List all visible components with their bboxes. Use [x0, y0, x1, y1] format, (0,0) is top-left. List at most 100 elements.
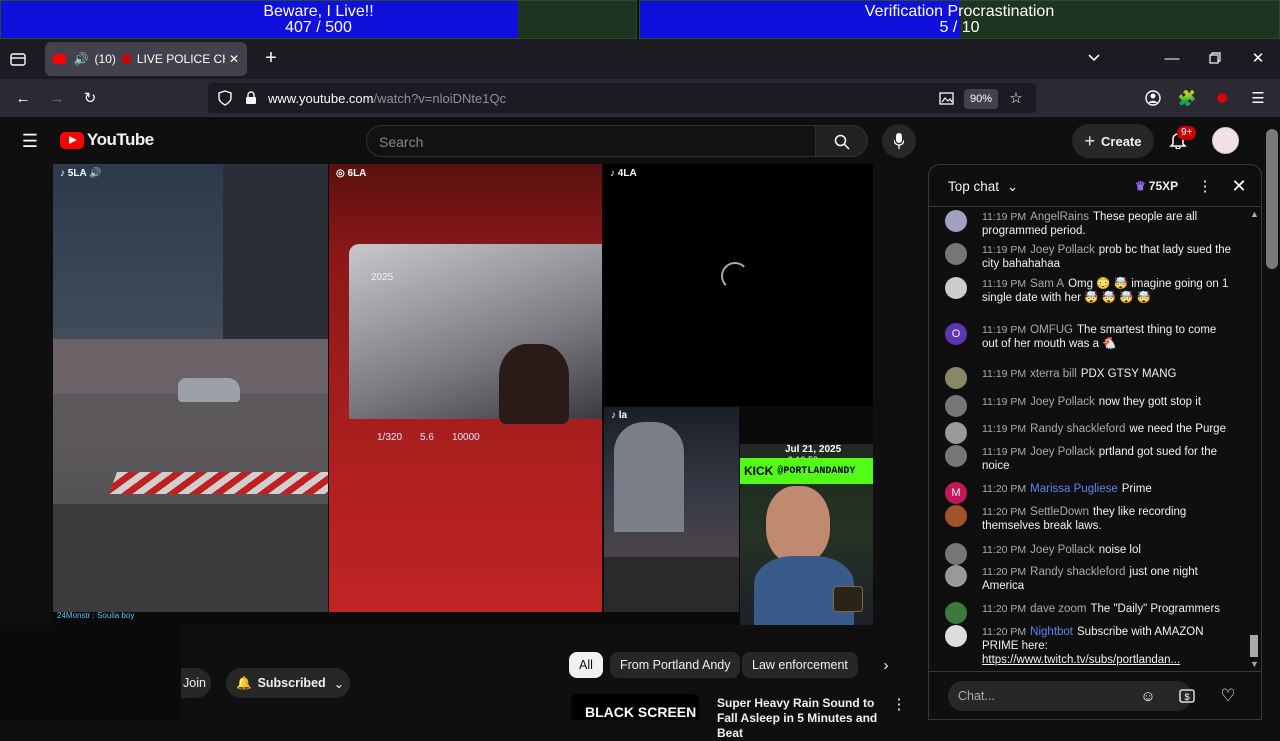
more-options-icon[interactable]: ⋮ — [892, 696, 907, 713]
message-author[interactable]: xterra bill — [1030, 368, 1077, 380]
chat-message[interactable]: O 11:19 PM OMFUG The smartest thing to come… — [945, 323, 1235, 351]
avatar[interactable] — [945, 210, 967, 232]
voice-search-icon[interactable] — [882, 124, 916, 158]
menu-icon[interactable]: ☰ — [1247, 87, 1269, 109]
recommended-thumbnail[interactable]: BLACK SCREEN — [571, 694, 699, 720]
search-input[interactable]: Search — [366, 125, 816, 157]
zoom-level[interactable]: 90% — [964, 89, 999, 109]
hamburger-menu-icon[interactable]: ☰ — [18, 129, 42, 153]
avatar[interactable] — [945, 505, 967, 527]
page-scroll-thumb[interactable] — [1266, 129, 1278, 269]
chat-input[interactable]: Chat... ☺ — [948, 681, 1192, 711]
chat-message[interactable]: 11:19 PM xterra bill PDX GTSY MANG — [945, 367, 1235, 389]
chat-message[interactable]: 11:19 PM AngelRains These people are all p… — [945, 210, 1235, 238]
message-author[interactable]: dave zoom — [1030, 603, 1086, 615]
chat-message[interactable]: 11:20 PM Nightbot Subscribe with AMAZON PR… — [945, 625, 1235, 667]
avatar[interactable] — [945, 422, 967, 444]
recommended-title[interactable]: Super Heavy Rain Sound to Fall Asleep in… — [717, 696, 889, 741]
chat-message[interactable]: 11:19 PM Joey Pollack now they gott stop i… — [945, 395, 1235, 417]
chat-message[interactable]: 11:19 PM Joey Pollack prtland got sued for… — [945, 445, 1235, 473]
chat-mode-selector[interactable]: Top chat ⌄ — [948, 179, 1018, 195]
chat-message[interactable]: 11:19 PM Randy shackleford we need the Pur… — [945, 422, 1235, 444]
scroll-down-icon[interactable]: ▼ — [1250, 659, 1259, 669]
kick-overlay: KICK @PORTLANDANDY — [740, 458, 873, 484]
super-chat-icon[interactable]: $ — [1177, 686, 1197, 706]
chat-message[interactable]: 11:19 PM Joey Pollack prob bc that lady su… — [945, 243, 1235, 271]
account-icon[interactable] — [1142, 87, 1164, 109]
xp-badge[interactable]: ♛ 75XP — [1135, 177, 1178, 195]
message-author[interactable]: Randy shackleford — [1030, 566, 1125, 578]
chevron-right-icon[interactable]: › — [876, 655, 896, 675]
picture-icon[interactable] — [936, 88, 956, 108]
close-tab-icon[interactable]: ✕ — [229, 52, 239, 66]
chip-from-portland-andy[interactable]: From Portland Andy — [610, 652, 741, 678]
message-author[interactable]: Joey Pollack — [1030, 446, 1095, 458]
close-chat-icon[interactable]: ✕ — [1229, 176, 1249, 196]
youtube-logo[interactable]: YouTube — [60, 130, 154, 150]
emoji-icon[interactable]: ☺ — [1138, 686, 1158, 706]
new-tab-icon[interactable]: + — [260, 47, 282, 69]
message-author[interactable]: OMFUG — [1030, 324, 1073, 336]
chat-message[interactable]: 11:20 PM Randy shackleford just one night … — [945, 565, 1235, 593]
cam-label: ◎ 6LA — [336, 168, 367, 179]
extension-red-icon[interactable] — [1211, 87, 1233, 109]
message-author[interactable]: Randy shackleford — [1030, 423, 1125, 435]
message-link[interactable]: https://www.twitch.tv/subs/portlandan... — [982, 654, 1180, 666]
avatar[interactable]: O — [945, 323, 967, 345]
message-text: now they gott stop it — [1098, 396, 1202, 408]
browser-tab-active[interactable]: 🔊 (10) LIVE POLICE CHASE ✕ — [45, 42, 247, 76]
lock-icon[interactable] — [242, 88, 260, 108]
avatar[interactable] — [945, 602, 967, 624]
bookmark-star-icon[interactable]: ☆ — [1006, 88, 1026, 108]
avatar[interactable] — [945, 445, 967, 467]
chevron-down-icon[interactable] — [1084, 48, 1104, 68]
chat-message[interactable]: 11:20 PM SettleDown they like recording th… — [945, 505, 1235, 533]
chat-scrollbar[interactable]: ▲ ▼ — [1248, 207, 1260, 669]
video-player[interactable]: ♪ 5LA 🔊 2025 1/320 5.6 10000 ◎ 6LA ♪ 4LA… — [53, 164, 873, 625]
reload-icon[interactable]: ↻ — [79, 87, 101, 109]
subscribed-button[interactable]: 🔔 Subscribed ⌄ — [226, 668, 350, 698]
avatar[interactable]: M — [945, 482, 967, 504]
chat-message[interactable]: M 11:20 PM Marissa Pugliese Prime — [945, 482, 1235, 504]
avatar[interactable] — [945, 395, 967, 417]
avatar[interactable] — [945, 543, 967, 565]
chip-law-enforcement[interactable]: Law enforcement — [742, 652, 858, 678]
message-author[interactable]: Joey Pollack — [1030, 244, 1095, 256]
search-button[interactable] — [816, 125, 868, 157]
avatar[interactable] — [945, 625, 967, 647]
speaker-icon[interactable]: 🔊 — [74, 52, 89, 66]
back-icon[interactable]: ← — [12, 87, 34, 109]
tab-list-icon[interactable] — [8, 49, 28, 69]
more-options-icon[interactable]: ⋮ — [1197, 176, 1213, 196]
scroll-up-icon[interactable]: ▲ — [1250, 209, 1259, 219]
avatar[interactable] — [945, 277, 967, 299]
chat-message[interactable]: 11:20 PM Joey Pollack noise lol — [945, 543, 1235, 565]
create-button[interactable]: + Create — [1072, 124, 1154, 158]
avatar[interactable] — [945, 565, 967, 587]
chat-message[interactable]: 11:19 PM Sam A Omg 😳 🤯 imagine going on 1 … — [945, 277, 1235, 305]
extensions-icon[interactable]: 🧩 — [1176, 87, 1198, 109]
avatar[interactable] — [1212, 127, 1239, 154]
message-timestamp: 11:19 PM — [982, 244, 1027, 256]
restore-icon[interactable] — [1205, 48, 1225, 68]
url-bar[interactable]: www.youtube.com/watch?v=nloiDNte1Qc 90% … — [208, 83, 1036, 113]
message-author[interactable]: Marissa Pugliese — [1030, 483, 1118, 495]
message-author[interactable]: AngelRains — [1030, 211, 1089, 223]
minimize-icon[interactable]: — — [1162, 48, 1182, 68]
close-window-icon[interactable]: ✕ — [1248, 48, 1268, 68]
message-author[interactable]: Joey Pollack — [1030, 544, 1095, 556]
chip-all[interactable]: All — [569, 652, 603, 678]
avatar[interactable] — [945, 243, 967, 265]
chat-message[interactable]: 11:20 PM dave zoom The "Daily" Programmers — [945, 602, 1235, 624]
forward-icon[interactable]: → — [46, 87, 68, 109]
heart-icon[interactable]: ♡ — [1217, 685, 1239, 707]
shield-icon[interactable] — [216, 88, 234, 108]
scroll-thumb[interactable] — [1250, 635, 1258, 657]
message-author[interactable]: Joey Pollack — [1030, 396, 1095, 408]
join-button[interactable]: Join — [181, 668, 211, 698]
message-author[interactable]: SettleDown — [1030, 506, 1089, 518]
avatar[interactable] — [945, 367, 967, 389]
message-author[interactable]: Nightbot — [1030, 626, 1073, 638]
page-scrollbar[interactable] — [1264, 117, 1280, 720]
message-author[interactable]: Sam A — [1030, 278, 1064, 290]
